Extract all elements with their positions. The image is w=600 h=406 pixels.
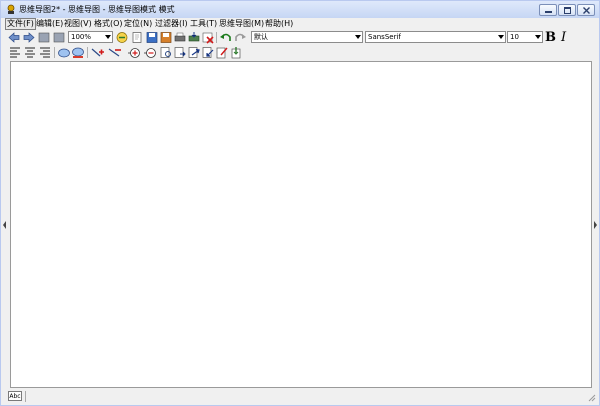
status-divider — [25, 391, 26, 402]
app-window: 思维导图2* - 思维导图 - 思维导图模式 模式 文件(F) 编辑(E) 视图… — [0, 0, 600, 406]
new-parent-icon[interactable] — [201, 46, 215, 59]
toolbar-separator — [87, 47, 88, 58]
font-family-value: SansSerif — [368, 33, 401, 41]
app-icon — [7, 4, 15, 14]
menu-help[interactable]: 帮助(H) — [264, 18, 294, 30]
first-page-icon[interactable] — [37, 31, 51, 44]
minimize-button[interactable] — [539, 4, 557, 16]
fold-icon[interactable] — [127, 46, 141, 59]
menu-view[interactable]: 视图(V) — [63, 18, 93, 30]
font-size-select[interactable]: 10 — [507, 31, 543, 43]
toolbar-separator — [54, 47, 55, 58]
chevron-down-icon — [105, 35, 111, 39]
window-title: 思维导图2* - 思维导图 - 思维导图模式 模式 — [19, 5, 175, 14]
left-panel-toggle-icon[interactable] — [3, 221, 6, 229]
italic-button[interactable]: I — [561, 30, 566, 45]
new-sibling-icon[interactable] — [187, 46, 201, 59]
maximize-icon — [564, 7, 571, 14]
export-icon[interactable] — [187, 31, 201, 44]
title-bar: 思维导图2* - 思维导图 - 思维导图模式 模式 — [1, 1, 599, 18]
maximize-button[interactable] — [558, 4, 576, 16]
unfold-icon[interactable] — [143, 46, 157, 59]
undo-icon[interactable] — [219, 31, 233, 44]
right-panel-toggle-icon[interactable] — [594, 221, 597, 229]
font-family-select[interactable]: SansSerif — [365, 31, 506, 43]
chevron-down-icon — [498, 35, 504, 39]
attachment-icon[interactable] — [229, 46, 243, 59]
menu-mindmap[interactable]: 思维导图(M) — [218, 18, 265, 30]
menu-bar: 文件(F) 编辑(E) 视图(V) 格式(O) 定位(N) 过滤器(I) 工具(… — [1, 18, 599, 30]
menu-navigate[interactable]: 定位(N) — [123, 18, 153, 30]
chevron-down-icon — [355, 35, 361, 39]
spellcheck-button[interactable]: Abc — [8, 391, 22, 401]
align-right-icon[interactable] — [38, 46, 52, 59]
close-map-icon[interactable] — [201, 31, 215, 44]
new-map-icon[interactable] — [130, 31, 144, 44]
main-toolbar: 100% 默认 SansSerif 10 B I — [1, 30, 599, 45]
menu-filter[interactable]: 过滤器(I) — [154, 18, 189, 30]
menu-tools[interactable]: 工具(T) — [189, 18, 218, 30]
close-button[interactable] — [577, 4, 595, 16]
remove-link-icon[interactable] — [108, 46, 122, 59]
style-select[interactable]: 默认 — [251, 31, 363, 43]
forward-icon[interactable] — [22, 31, 36, 44]
zoom-value: 100% — [71, 33, 92, 41]
minimize-icon — [545, 11, 552, 13]
back-icon[interactable] — [7, 31, 21, 44]
resize-grip-icon[interactable] — [587, 393, 596, 402]
save-as-icon[interactable] — [159, 31, 173, 44]
menu-format[interactable]: 格式(O) — [93, 18, 124, 30]
style-value: 默认 — [254, 33, 268, 41]
bold-button[interactable]: B — [545, 30, 556, 45]
format-toolbar — [1, 45, 599, 60]
status-bar: Abc — [1, 389, 599, 405]
redo-icon[interactable] — [233, 31, 247, 44]
add-link-icon[interactable] — [91, 46, 105, 59]
menu-file[interactable]: 文件(F) — [5, 18, 36, 30]
font-size-value: 10 — [510, 33, 519, 41]
last-page-icon[interactable] — [52, 31, 66, 44]
cloud-icon[interactable] — [57, 46, 71, 59]
zoom-select[interactable]: 100% — [68, 31, 113, 43]
open-map-icon[interactable] — [115, 31, 129, 44]
edit-note-icon[interactable] — [215, 46, 229, 59]
align-left-icon[interactable] — [8, 46, 22, 59]
toolbar-separator — [216, 32, 217, 43]
find-icon[interactable] — [159, 46, 173, 59]
align-center-icon[interactable] — [23, 46, 37, 59]
chevron-down-icon — [535, 35, 541, 39]
new-child-icon[interactable] — [173, 46, 187, 59]
save-icon[interactable] — [145, 31, 159, 44]
cloud-color-icon[interactable] — [71, 46, 85, 59]
print-icon[interactable] — [173, 31, 187, 44]
menu-edit[interactable]: 编辑(E) — [35, 18, 64, 30]
mindmap-canvas[interactable] — [10, 61, 592, 388]
close-icon — [583, 7, 590, 14]
